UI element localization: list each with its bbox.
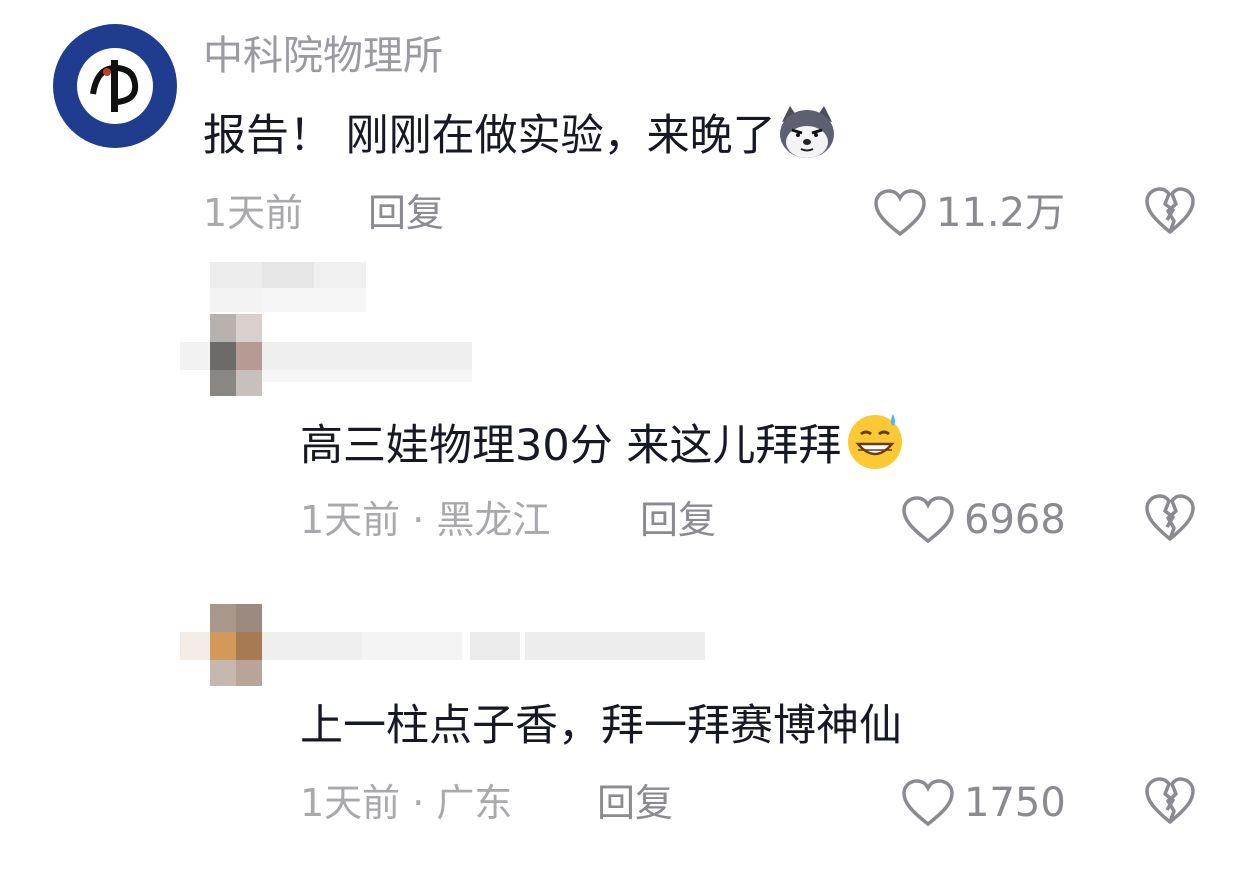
broken-heart-icon — [1145, 777, 1195, 824]
blurred-avatar — [180, 314, 480, 396]
comment-text: 高三娃物理30分 来这儿拜拜 — [300, 410, 909, 484]
comment-body: 报告！ 刚刚在做实验，来晚了 — [203, 111, 776, 161]
comment-time: 1天前 — [203, 191, 304, 235]
dislike-button[interactable] — [1143, 776, 1197, 830]
comment-text: 报告！ 刚刚在做实验，来晚了 — [203, 104, 838, 174]
heart-icon — [874, 189, 926, 237]
reply-button[interactable]: 回复 — [640, 497, 716, 543]
dislike-button[interactable] — [1143, 493, 1197, 547]
comment-text: 上一柱点子香，拜一拜赛博神仙 — [300, 698, 902, 754]
comment-body: 高三娃物理30分 来这儿拜拜 — [300, 421, 842, 471]
like-button[interactable]: 11.2万 — [872, 188, 1065, 238]
dislike-button[interactable] — [1143, 186, 1197, 240]
broken-heart-icon — [1145, 494, 1195, 541]
blurred-avatar — [180, 604, 720, 686]
comment-time: 1天前 · 黑龙江 — [300, 498, 551, 542]
husky-dog-emoji-icon — [776, 104, 838, 174]
blurred-username — [200, 262, 370, 320]
broken-heart-icon — [1145, 187, 1195, 234]
avatar[interactable] — [53, 24, 177, 148]
reply-button[interactable]: 回复 — [597, 780, 673, 826]
like-count: 11.2万 — [936, 190, 1066, 236]
reply-button[interactable]: 回复 — [368, 190, 444, 236]
institute-logo-icon — [55, 26, 175, 146]
like-count: 6968 — [964, 497, 1066, 543]
heart-icon — [902, 779, 954, 827]
like-count: 1750 — [964, 780, 1066, 826]
like-button[interactable]: 6968 — [900, 495, 1066, 545]
heart-icon — [902, 496, 954, 544]
like-button[interactable]: 1750 — [900, 778, 1066, 828]
grinning-sweat-emoji-icon — [841, 410, 909, 484]
comment-time: 1天前 · 广东 — [300, 781, 513, 825]
comment-username[interactable]: 中科院物理所 — [203, 32, 443, 80]
comment-body: 上一柱点子香，拜一拜赛博神仙 — [300, 701, 902, 751]
